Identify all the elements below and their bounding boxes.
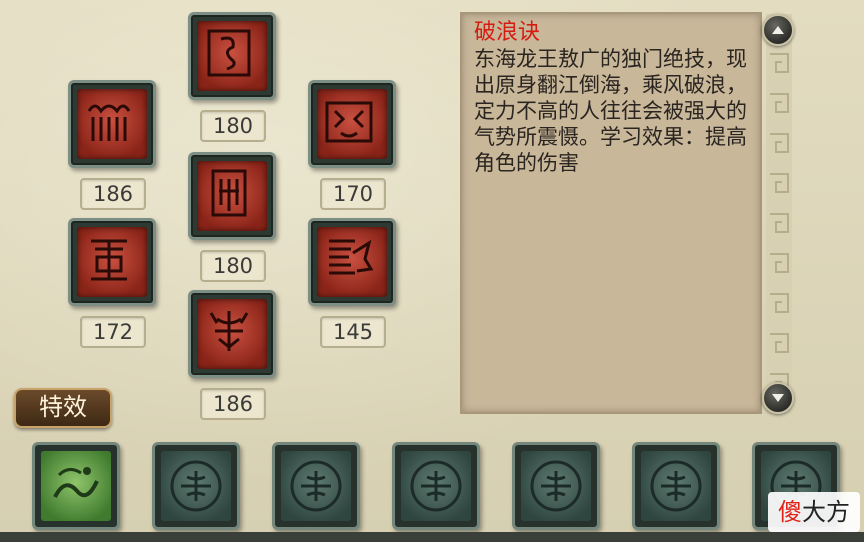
skill-tile-top-center[interactable] — [188, 12, 276, 100]
effect-slot-locked[interactable] — [392, 442, 480, 530]
effects-button[interactable]: 特效 — [14, 388, 112, 428]
wave-dragon-icon — [53, 467, 99, 498]
scrollbar-track[interactable] — [764, 14, 794, 414]
seal-glyph-icon — [207, 29, 251, 77]
skill-description-text: 东海龙王敖广的独门绝技，现出原身翻江倒海，乘风破浪，定力不高的人往往会被强大的气… — [474, 47, 747, 175]
skill-tile-left-1[interactable] — [68, 80, 156, 168]
effect-slot-active[interactable] — [32, 442, 120, 530]
demon-glyph-icon — [209, 311, 249, 351]
locked-emblem-icon — [290, 460, 342, 512]
locked-emblem-icon — [530, 460, 582, 512]
chevron-down-icon — [772, 394, 784, 402]
skill-tile-right-2[interactable] — [308, 218, 396, 306]
seal-glyph-icon — [211, 169, 247, 217]
effect-slot-locked[interactable] — [632, 442, 720, 530]
skill-level-center-2: 180 — [200, 250, 266, 282]
locked-emblem-icon — [410, 460, 462, 512]
watermark-logo: 傻大方 — [768, 492, 860, 532]
skill-tile-center-2[interactable] — [188, 152, 276, 240]
dragon-head-icon — [329, 239, 374, 275]
effect-slot-locked[interactable] — [512, 442, 600, 530]
skill-tile-bottom-center[interactable] — [188, 290, 276, 378]
skill-level-top-center: 180 — [200, 110, 266, 142]
locked-emblem-icon — [650, 460, 702, 512]
skill-level-bottom-center: 186 — [200, 388, 266, 420]
skill-name: 破浪诀 — [474, 20, 541, 45]
effect-slot-locked[interactable] — [272, 442, 360, 530]
seal-glyph-icon — [91, 239, 127, 281]
locked-emblem-icon — [170, 460, 222, 512]
seal-glyph-icon — [87, 104, 131, 141]
effect-slot-locked[interactable] — [152, 442, 240, 530]
skill-level-right-1: 170 — [320, 178, 386, 210]
skill-tile-right-1[interactable] — [308, 80, 396, 168]
skill-description-panel: 破浪诀 东海龙王敖广的独门绝技，现出原身翻江倒海，乘风破浪，定力不高的人往往会被… — [460, 12, 762, 414]
chevron-up-icon — [772, 26, 784, 34]
skill-tile-left-2[interactable] — [68, 218, 156, 306]
scroll-up-button[interactable] — [762, 14, 794, 46]
skill-level-right-2: 145 — [320, 316, 386, 348]
bottom-divider — [0, 532, 864, 542]
dragon-mask-icon — [325, 101, 373, 143]
scroll-down-button[interactable] — [762, 382, 794, 414]
skill-level-left-1: 186 — [80, 178, 146, 210]
skill-level-left-2: 172 — [80, 316, 146, 348]
